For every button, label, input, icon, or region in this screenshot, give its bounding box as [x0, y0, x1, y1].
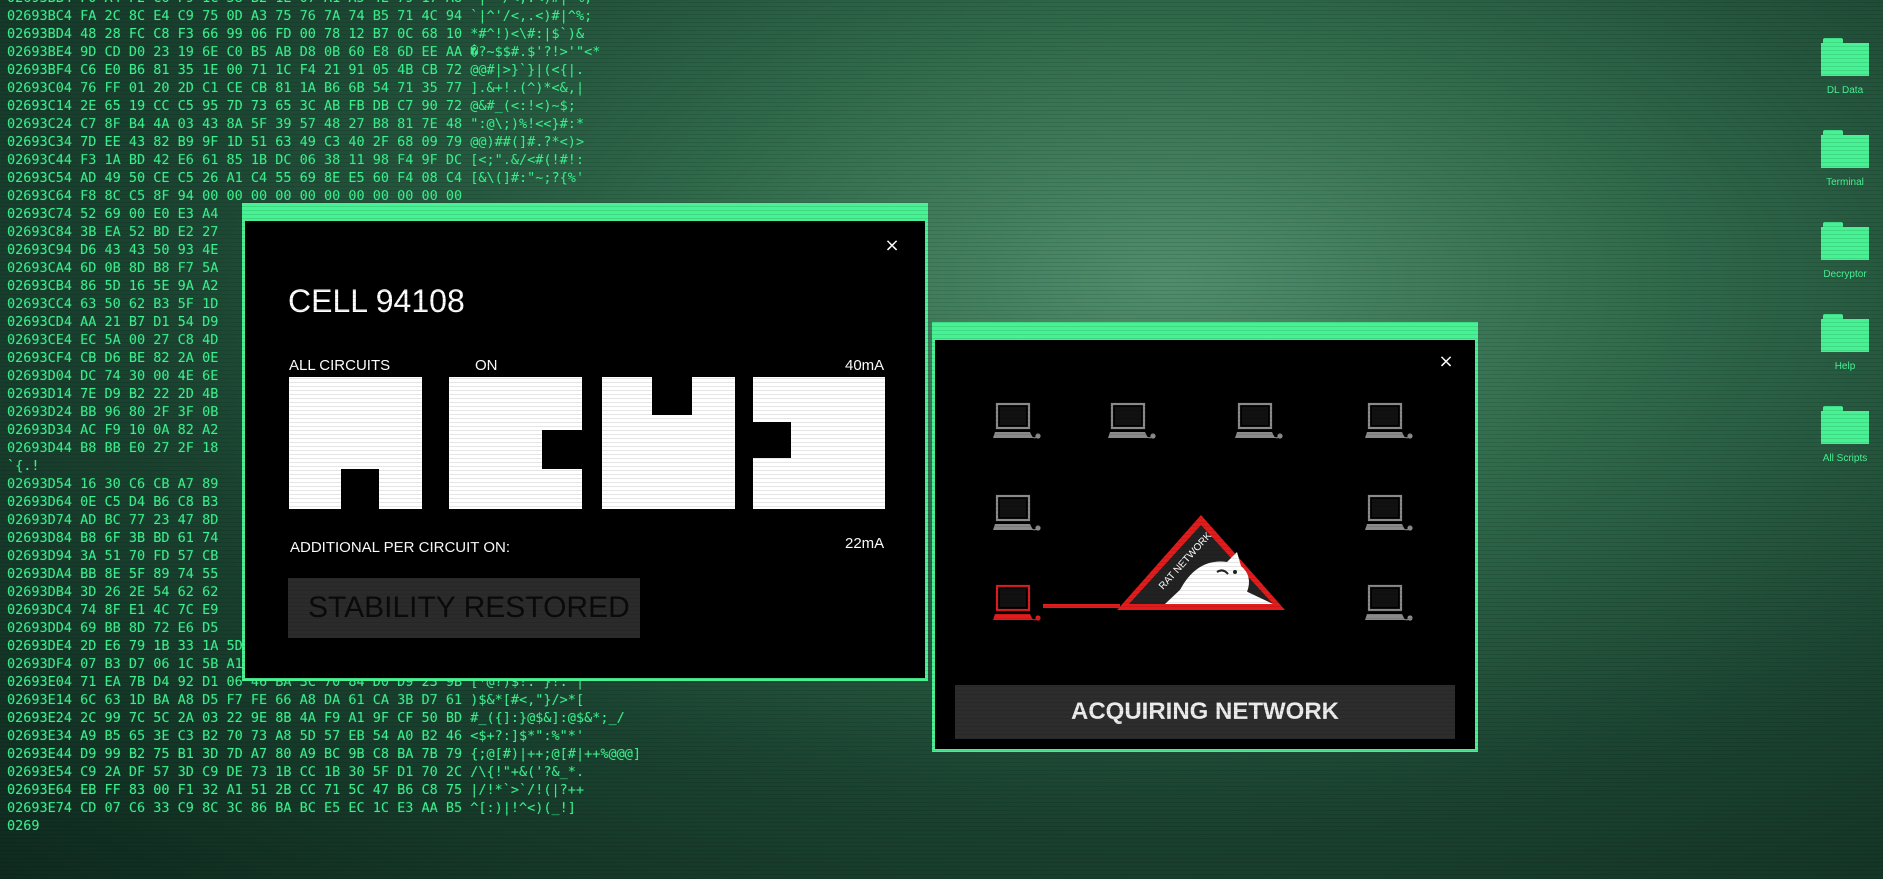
desktop-icon-label: Help [1834, 361, 1856, 372]
desktop-icon-all-scripts[interactable]: All Scripts [1805, 406, 1883, 464]
network-map: RAT NETWORK [991, 402, 1414, 622]
network-node [1363, 584, 1414, 622]
cell-window: × CELL 94108 ALL CIRCUITS ON 40mA ADDITI… [242, 203, 928, 681]
folder-icon [1821, 222, 1869, 260]
folder-icon [1821, 38, 1869, 76]
network-node [1233, 402, 1284, 440]
circuit-blocks [289, 377, 885, 509]
desktop-icon-label: All Scripts [1822, 453, 1868, 464]
desktop-icon-terminal[interactable]: Terminal [1805, 130, 1883, 188]
folder-icon [1821, 314, 1869, 352]
additional-label: ADDITIONAL PER CIRCUIT ON: [290, 539, 511, 556]
desktop-icon-label: DL Data [1826, 85, 1864, 96]
all-circuits-label: ALL CIRCUITS [289, 357, 391, 374]
acquiring-network-button[interactable]: ACQUIRING NETWORK [955, 685, 1455, 739]
network-window: × RAT NETWORK ACQUIRING NETWORK [932, 322, 1478, 752]
circuit-block-2 [449, 377, 582, 509]
folder-icon [1821, 130, 1869, 168]
circuit-block-1 [289, 377, 422, 509]
network-node [1363, 494, 1414, 532]
circuit-block-3 [602, 377, 735, 509]
network-node [1106, 402, 1157, 440]
all-circuits-state: ON [475, 357, 498, 374]
cell-title: CELL 94108 [288, 283, 465, 319]
additional-current: 22mA [845, 535, 885, 552]
desktop-icon-dl-data[interactable]: DL Data [1805, 38, 1883, 96]
desktop-icon-help[interactable]: Help [1805, 314, 1883, 372]
stability-status-button[interactable]: STABILITY RESTORED [288, 578, 640, 638]
circuit-block-4 [753, 377, 885, 509]
network-node [991, 494, 1042, 532]
desktop-icon-label: Decryptor [1823, 269, 1867, 280]
network-node [1363, 402, 1414, 440]
all-circuits-current: 40mA [845, 357, 885, 374]
desktop-icon-decryptor[interactable]: Decryptor [1805, 222, 1883, 280]
network-node [991, 402, 1042, 440]
folder-icon [1821, 406, 1869, 444]
rat-network-icon: RAT NETWORK [1117, 515, 1285, 610]
close-icon[interactable]: × [882, 236, 902, 256]
network-node-active [991, 584, 1042, 622]
desktop-icon-label: Terminal [1826, 177, 1864, 188]
